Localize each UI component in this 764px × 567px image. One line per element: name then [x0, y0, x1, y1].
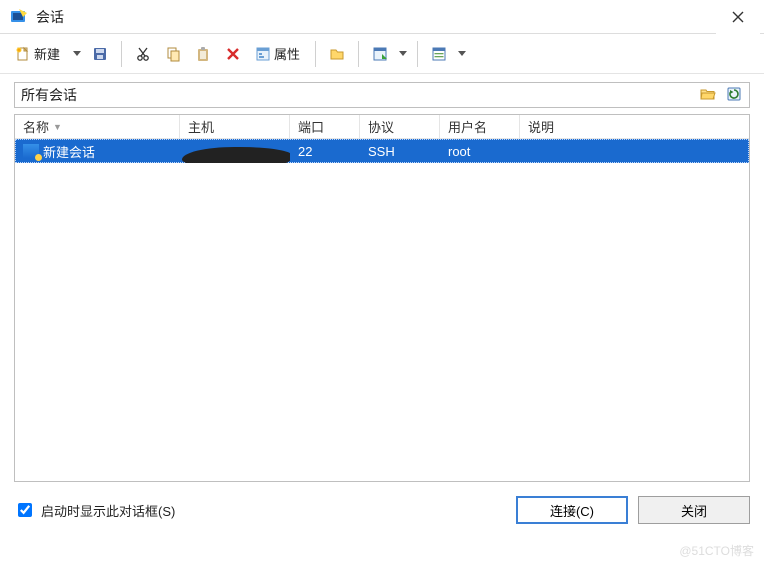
new-button[interactable]: 新建 — [10, 41, 67, 67]
tool-button-a-dropdown[interactable] — [397, 41, 409, 67]
column-name[interactable]: 名称▼ — [15, 115, 180, 138]
new-dropdown[interactable] — [71, 41, 83, 67]
show-on-startup-input[interactable] — [18, 503, 32, 517]
tool-button-a[interactable] — [367, 41, 393, 67]
save-button[interactable] — [87, 41, 113, 67]
footer: 启动时显示此对话框(S) 连接(C) 关闭 — [0, 490, 764, 524]
session-icon — [23, 144, 39, 158]
properties-button-label: 属性 — [271, 44, 302, 63]
toolbar: 新建 属性 — [0, 34, 764, 74]
session-row[interactable]: 新建会话 22 SSH root — [15, 139, 749, 163]
copy-button[interactable] — [160, 41, 186, 67]
list-header: 名称▼ 主机 端口 协议 用户名 说明 — [15, 115, 749, 139]
separator — [358, 41, 359, 67]
cut-button[interactable] — [130, 41, 156, 67]
session-protocol: SSH — [360, 139, 440, 163]
column-user[interactable]: 用户名 — [440, 115, 520, 138]
window-tool-icon — [372, 46, 388, 62]
delete-button[interactable] — [220, 41, 246, 67]
save-icon — [92, 46, 108, 62]
column-protocol[interactable]: 协议 — [360, 115, 440, 138]
session-user: root — [440, 139, 520, 163]
watermark: @51CTO博客 — [679, 542, 754, 559]
sort-indicator-icon: ▼ — [53, 122, 62, 132]
new-button-label: 新建 — [31, 44, 62, 63]
refresh-icon — [726, 86, 742, 105]
copy-icon — [165, 46, 181, 62]
show-on-startup-checkbox[interactable]: 启动时显示此对话框(S) — [14, 500, 506, 520]
browse-button[interactable] — [697, 84, 719, 106]
properties-icon — [255, 46, 271, 62]
list-view-icon — [431, 46, 447, 62]
separator — [121, 41, 122, 67]
new-file-icon — [15, 46, 31, 62]
folder-button[interactable] — [324, 41, 350, 67]
separator — [417, 41, 418, 67]
paste-icon — [195, 46, 211, 62]
column-port[interactable]: 端口 — [290, 115, 360, 138]
paste-button[interactable] — [190, 41, 216, 67]
session-description — [520, 139, 650, 163]
folder-icon — [329, 46, 345, 62]
refresh-button[interactable] — [723, 84, 745, 106]
folder-open-icon — [700, 87, 716, 104]
close-button[interactable]: 关闭 — [638, 496, 750, 524]
path-input[interactable]: 所有会话 — [15, 83, 697, 107]
scissors-icon — [135, 46, 151, 62]
title-bar: 会话 — [0, 0, 764, 34]
session-list: 名称▼ 主机 端口 协议 用户名 说明 新建会话 22 SSH root — [14, 114, 750, 482]
app-icon — [10, 8, 28, 26]
column-host[interactable]: 主机 — [180, 115, 290, 138]
separator — [315, 41, 316, 67]
window-title: 会话 — [36, 7, 716, 27]
view-button[interactable] — [426, 41, 452, 67]
session-port: 22 — [290, 139, 360, 163]
column-description[interactable]: 说明 — [520, 115, 650, 138]
path-bar: 所有会话 — [14, 82, 750, 108]
list-body[interactable]: 新建会话 22 SSH root — [15, 139, 749, 481]
view-button-dropdown[interactable] — [456, 41, 468, 67]
window-close-button[interactable] — [716, 0, 760, 34]
show-on-startup-label: 启动时显示此对话框(S) — [41, 501, 175, 520]
properties-button[interactable]: 属性 — [250, 41, 307, 67]
delete-icon — [225, 46, 241, 62]
session-name: 新建会话 — [43, 142, 95, 161]
connect-button[interactable]: 连接(C) — [516, 496, 628, 524]
